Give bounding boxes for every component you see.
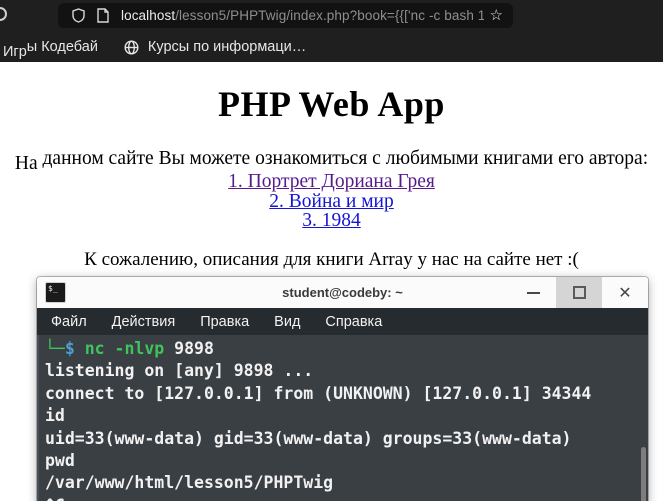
menu-help[interactable]: Справка: [325, 314, 382, 330]
page-info-icon[interactable]: [97, 8, 109, 23]
terminal-line: pwd: [45, 451, 75, 471]
menu-actions[interactable]: Действия: [112, 314, 176, 330]
url-path: /lesson5/PHPTwig/index.php?book={{['nc -…: [175, 8, 484, 23]
url-host: localhost: [121, 8, 176, 23]
prompt-corner: └─: [45, 339, 65, 358]
prompt-dollar: $: [64, 339, 75, 358]
maximize-button[interactable]: [556, 277, 602, 308]
terminal-line: id: [45, 406, 65, 426]
bookmark-label-part2: ы Кодебай: [26, 39, 98, 55]
no-description-note: К сожалению, описания для книги Array у …: [84, 248, 579, 270]
terminal-menubar: Файл Действия Правка Вид Справка: [37, 308, 648, 335]
page-title: PHP Web App: [218, 84, 445, 124]
close-icon: ✕: [618, 282, 632, 302]
shield-icon[interactable]: [72, 8, 85, 23]
url-text[interactable]: localhost/lesson5/PHPTwig/index.php?book…: [121, 8, 484, 23]
terminal-output[interactable]: └─$ nc -nlvp 9898 listening on [any] 989…: [37, 335, 648, 501]
terminal-line: ^C: [45, 495, 648, 501]
terminal-line: uid=33(www-data) gid=33(www-data) groups…: [45, 428, 572, 448]
intro-text: На данном сайте Вы можете ознакомиться с…: [0, 148, 663, 174]
close-button[interactable]: ✕: [602, 277, 648, 308]
terminal-app-icon: $_: [45, 282, 66, 303]
terminal-scrollbar-thumb[interactable]: [641, 447, 646, 501]
intro-first-word: На: [14, 153, 38, 174]
bookmark-star-icon[interactable]: ☆: [490, 8, 503, 23]
bookmark-item-courses[interactable]: Курсы по информаци…: [98, 39, 306, 55]
menu-file[interactable]: Файл: [51, 314, 87, 330]
bookmarks-bar: Игр ы Кодебай Курсы по информаци…: [0, 32, 663, 62]
terminal-line: listening on [any] 9898 ...: [45, 361, 314, 381]
prompt-command: nc -nlvp: [74, 339, 165, 358]
screenshot-root: localhost/lesson5/PHPTwig/index.php?book…: [0, 0, 663, 501]
terminal-line: connect to [127.0.0.1] from (UNKNOWN) [1…: [45, 383, 592, 403]
maximize-icon: [572, 286, 586, 299]
book-links: 1. Портрет Дориана Грея 2. Война и мир 3…: [0, 172, 663, 231]
terminal-prompt-line: └─$ nc -nlvp 9898: [45, 338, 648, 360]
minimize-button[interactable]: [510, 277, 556, 308]
globe-icon: [124, 39, 139, 55]
bookmark-label: Курсы по информаци…: [147, 39, 307, 55]
menu-edit[interactable]: Правка: [200, 314, 249, 330]
book-link-1[interactable]: 1. Портрет Дориана Грея: [0, 172, 663, 192]
browser-chrome: localhost/lesson5/PHPTwig/index.php?book…: [0, 0, 663, 62]
bookmark-item-codeby[interactable]: Игр ы Кодебай: [0, 39, 98, 60]
window-controls: ✕: [510, 277, 648, 308]
intro-rest: данном сайте Вы можете ознакомиться с лю…: [37, 148, 649, 169]
book-link-2[interactable]: 2. Война и мир: [0, 191, 663, 212]
terminal-titlebar[interactable]: $_ student@codeby: ~ ✕: [37, 277, 648, 308]
url-bar[interactable]: localhost/lesson5/PHPTwig/index.php?book…: [58, 3, 513, 28]
bookmark-label-part1: Игр: [3, 44, 27, 60]
menu-view[interactable]: Вид: [274, 314, 300, 330]
partial-extension-icon: [0, 7, 7, 21]
prompt-arg: 9898: [164, 339, 214, 358]
book-link-3[interactable]: 3. 1984: [0, 211, 663, 231]
terminal-line: /var/www/html/lesson5/PHPTwig: [45, 473, 334, 493]
minimize-icon: [526, 291, 540, 294]
terminal-window: $_ student@codeby: ~ ✕ Файл Действия Пра…: [37, 277, 648, 501]
